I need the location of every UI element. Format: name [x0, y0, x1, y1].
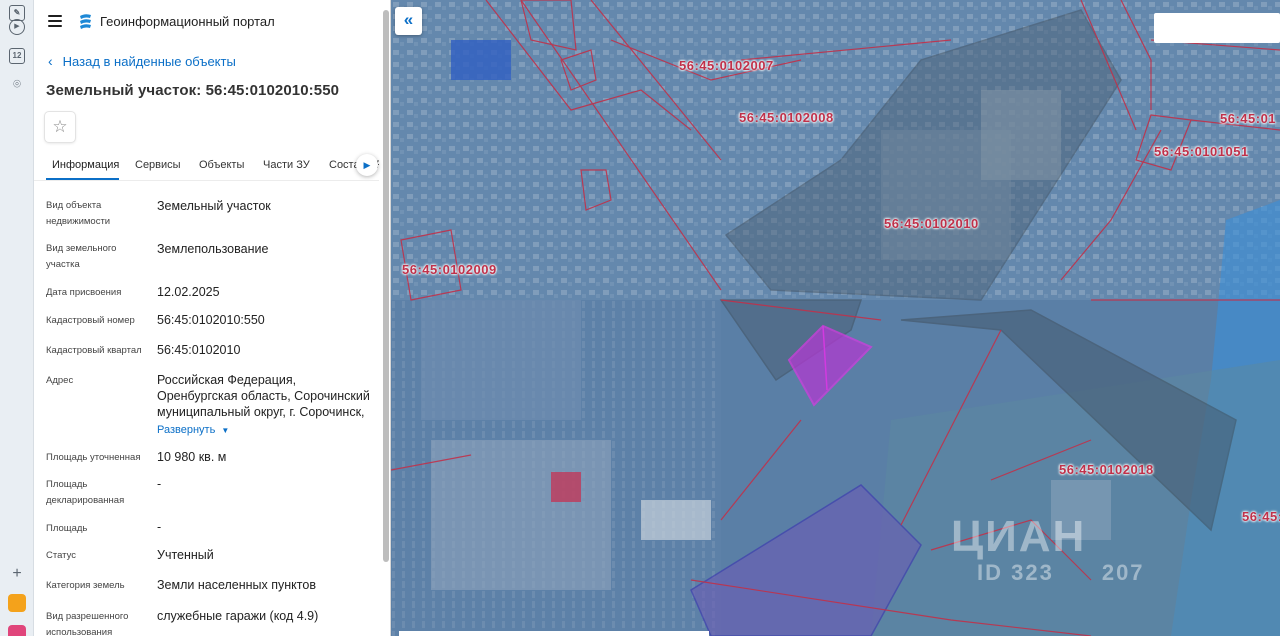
app-title: Геоинформационный портал	[100, 14, 275, 29]
detail-label: Категория земель	[46, 580, 125, 591]
detail-value: Земельный участок	[157, 199, 271, 213]
play-icon[interactable]: ▶	[9, 19, 25, 35]
watermark-id-text: ID 323	[977, 560, 1054, 585]
detail-label: Площадь	[46, 523, 88, 534]
app-shortcut-icon[interactable]	[8, 594, 26, 612]
address-value: Российская Федерация, Оренбургская облас…	[157, 373, 370, 419]
parcel-label[interactable]: 56:45:0102007	[679, 58, 774, 73]
detail-value: -	[157, 477, 162, 491]
tab-composition[interactable]: Соста	[329, 159, 360, 171]
tab-objects[interactable]: Объекты	[199, 159, 244, 171]
object-panel: Геоинформационный портал ‹ Назад в найден…	[34, 0, 391, 636]
parcel-label[interactable]: 56:45:01	[1220, 111, 1276, 126]
divider	[34, 180, 379, 181]
favorite-button[interactable]: ☆	[45, 112, 75, 142]
panel-header: Геоинформационный портал	[34, 0, 379, 42]
tabs-scroll-right-button[interactable]: ▶	[356, 154, 378, 176]
detail-label: Площадь уточненная	[46, 452, 141, 463]
calendar-icon[interactable]: 12	[9, 48, 25, 64]
back-link-label: Назад в найденные объекты	[62, 54, 236, 69]
parcel-label[interactable]: 56:45:0101051	[1154, 144, 1249, 159]
land-category-value: Земли населенных пунктов	[157, 578, 316, 592]
detail-label: Дата присвоения	[46, 287, 122, 298]
tab-services[interactable]: Сервисы	[135, 159, 181, 171]
page-title: Земельный участок: 56:45:0102010:550	[46, 82, 340, 99]
detail-value: Землепользование	[157, 242, 269, 256]
menu-icon[interactable]	[48, 15, 62, 27]
watermark-id: ID 323 207	[977, 560, 1145, 586]
watermark: ЦИАН	[951, 512, 1087, 561]
app-rail: ✎ ▶ 12 ⌾ +	[0, 0, 34, 636]
area-value: 10 980 кв. м	[157, 450, 227, 464]
add-icon[interactable]: +	[9, 566, 25, 582]
satellite-map[interactable]	[391, 0, 1280, 636]
star-icon: ☆	[52, 117, 68, 136]
panel-scrollbar[interactable]	[383, 10, 389, 562]
detail-label: Вид объекта недвижимости	[46, 200, 111, 227]
status-value: Учтенный	[157, 548, 214, 562]
app-shortcut-2-icon[interactable]	[8, 625, 26, 636]
detail-label: Кадастровый номер	[46, 315, 135, 326]
permitted-use-value: служебные гаражи (код 4.9)	[157, 609, 319, 623]
watermark-id-tail: 207	[1101, 560, 1145, 585]
map-scale-bar	[399, 631, 709, 636]
portal-logo-icon	[80, 14, 91, 29]
parcel-label[interactable]: 56:45:0102008	[739, 110, 834, 125]
tab-parts[interactable]: Части ЗУ	[263, 159, 310, 171]
detail-label: Вид земельного участка	[46, 243, 117, 270]
parcel-label[interactable]: 56:45:0102010	[884, 216, 979, 231]
parcel-label[interactable]: 56:45:0	[1242, 509, 1280, 524]
map-view[interactable]: « 56:45:0102007 56:45:0102008 56:45:0102…	[391, 0, 1280, 636]
expand-address-link[interactable]: Развернуть ▼	[157, 422, 372, 439]
parcel-label[interactable]: 56:45:0102018	[1059, 462, 1154, 477]
detail-label: Вид разрешенного использования	[46, 611, 129, 636]
detail-label: Кадастровый квартал	[46, 345, 142, 356]
detail-label: Площадь декларированная	[46, 479, 125, 506]
cadastral-number: 56:45:0102010:550	[157, 313, 265, 327]
collapse-panel-button[interactable]: «	[395, 7, 422, 35]
cadastral-quarter: 56:45:0102010	[157, 343, 241, 357]
tab-information[interactable]: Информация	[52, 159, 119, 171]
camera-icon[interactable]: ⌾	[9, 76, 25, 92]
chevron-down-icon: ▼	[221, 426, 230, 435]
detail-label: Адрес	[46, 375, 74, 386]
chevron-right-icon: ▶	[363, 160, 371, 170]
detail-value: -	[157, 520, 162, 534]
tab-bar: Информация Сервисы Объекты Части ЗУ Сост…	[34, 150, 379, 180]
detail-value: 12.02.2025	[157, 285, 220, 299]
parcel-label[interactable]: 56:45:0102009	[402, 262, 497, 277]
chevron-left-icon: ‹	[48, 53, 53, 69]
map-search-input[interactable]	[1154, 13, 1280, 43]
expand-label: Развернуть	[157, 424, 216, 436]
detail-label: Статус	[46, 550, 77, 561]
back-link[interactable]: ‹ Назад в найденные объекты	[48, 53, 236, 69]
double-chevron-left-icon: «	[403, 10, 414, 29]
